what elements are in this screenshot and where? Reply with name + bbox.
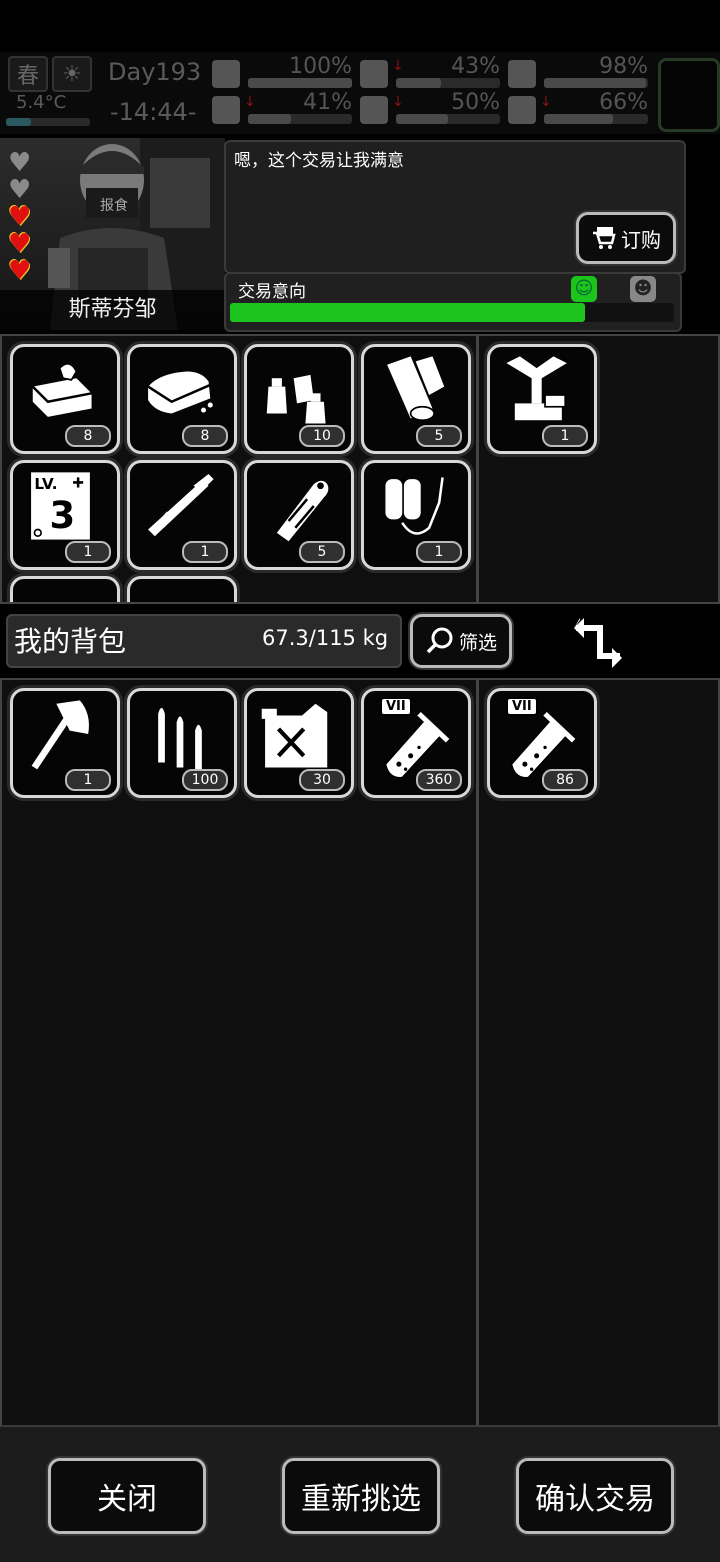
trade-intent-bar <box>230 303 674 322</box>
inventory-slot[interactable] <box>127 576 237 602</box>
stat-bar <box>396 78 500 88</box>
heart-empty-icon: ♥ <box>8 148 32 178</box>
inventory-slot[interactable]: 1 <box>10 688 120 798</box>
item-quantity: 5 <box>299 541 345 563</box>
inventory-slot[interactable]: VII 360 <box>361 688 471 798</box>
stomach-icon <box>360 60 388 88</box>
temperature: 5.4°C <box>16 92 67 113</box>
stat-bar <box>248 78 352 88</box>
day-counter: Day193 <box>108 58 202 86</box>
inventory-slot[interactable]: 10 <box>244 344 354 454</box>
item-quantity: 1 <box>65 769 111 791</box>
bag-offer-area[interactable]: VII 86 <box>477 678 720 1428</box>
inventory-slot[interactable]: 1 <box>127 460 237 570</box>
svg-text:LV.: LV. <box>34 475 57 493</box>
inventory-slot[interactable]: 8 <box>127 344 237 454</box>
inventory-slot[interactable]: 30 <box>244 688 354 798</box>
item-quantity: 8 <box>182 425 228 447</box>
inventory-slot[interactable]: 1 <box>361 460 471 570</box>
boot-icon <box>212 96 240 124</box>
stat-bar <box>544 114 648 124</box>
inventory-slot[interactable]: 8 <box>10 344 120 454</box>
status-bar: 春 ☀ 5.4°C Day193 -14:44- 100% ↓ 43% 98% ↓ 41%… <box>0 52 720 134</box>
item-quantity: 8 <box>65 425 111 447</box>
stat-bar <box>248 114 352 124</box>
stat-value: 100% <box>289 54 352 79</box>
order-button[interactable]: 订购 <box>576 212 676 264</box>
item-quantity: 30 <box>299 769 345 791</box>
temperature-bar <box>6 118 90 126</box>
item-quantity: 86 <box>542 769 588 791</box>
heart-full-icon: ♥ <box>8 229 32 259</box>
heart-icon <box>508 96 536 124</box>
inventory-slot[interactable]: 5 <box>361 344 471 454</box>
bag-inventory[interactable]: 1 100 30 VII 360 <box>0 678 478 1428</box>
trader-inventory[interactable]: 8 8 10 5 LV. 3 1 1 5 1 <box>0 334 478 604</box>
stat-value: 98% <box>599 54 648 79</box>
season-badge: 春 <box>8 56 48 92</box>
close-button[interactable]: 关闭 <box>48 1458 206 1534</box>
bag-title: 我的背包 <box>14 625 127 658</box>
inventory-slot[interactable]: VII 86 <box>487 688 597 798</box>
neutral-face-icon: ☻ <box>630 276 656 302</box>
filter-button[interactable]: 筛选 <box>410 614 512 668</box>
trader-affection: ♥ ♥ ♥ ♥ ♥ <box>8 150 44 285</box>
weather-sun-icon: ☀ <box>52 56 92 92</box>
item-quantity: 1 <box>65 541 111 563</box>
item-quantity: 1 <box>182 541 228 563</box>
mask-text: 报食 <box>100 197 128 214</box>
item-quantity: 5 <box>416 425 462 447</box>
stamina-icon <box>508 60 536 88</box>
trade-intent-label: 交易意向 <box>238 282 306 302</box>
inventory-slot[interactable]: 5 <box>244 460 354 570</box>
medkit-icon <box>212 60 240 88</box>
trader-name: 斯蒂芬邹 <box>0 290 225 330</box>
stat-value: 43% <box>451 54 500 79</box>
tier-badge: VII <box>380 697 412 716</box>
inventory-slot[interactable]: LV. 3 1 <box>10 460 120 570</box>
swap-arrows-icon[interactable] <box>572 612 628 672</box>
stat-value: 50% <box>451 90 500 115</box>
inventory-slot[interactable]: 1 <box>487 344 597 454</box>
water-drop-icon <box>360 96 388 124</box>
trader-offer-area[interactable]: 1 <box>477 334 720 604</box>
bag-weight: 67.3/115 kg <box>262 626 389 650</box>
inventory-slot[interactable]: 100 <box>127 688 237 798</box>
clock: -14:44- <box>110 98 197 126</box>
item-quantity: 10 <box>299 425 345 447</box>
minimap-slot[interactable] <box>658 58 720 132</box>
confirm-trade-button[interactable]: 确认交易 <box>516 1458 674 1534</box>
stat-bar <box>396 114 500 124</box>
item-quantity: 100 <box>182 769 228 791</box>
item-quantity: 360 <box>416 769 462 791</box>
dialogue-text: 嗯，这个交易让我满意 <box>234 151 404 171</box>
svg-text:3: 3 <box>50 494 76 537</box>
happy-face-icon: ☺ <box>571 276 597 302</box>
stat-value: 41% <box>303 90 352 115</box>
tier-badge: VII <box>506 697 538 716</box>
stat-bar <box>544 78 648 88</box>
heart-empty-icon: ♥ <box>8 175 32 205</box>
item-quantity: 1 <box>416 541 462 563</box>
shopping-cart-icon <box>593 227 616 249</box>
search-icon <box>426 627 453 654</box>
heart-full-icon: ♥ <box>8 202 32 232</box>
inventory-slot[interactable] <box>10 576 120 602</box>
item-quantity: 1 <box>542 425 588 447</box>
reselect-button[interactable]: 重新挑选 <box>282 1458 440 1534</box>
heart-full-icon: ♥ <box>8 256 32 286</box>
stat-value: 66% <box>599 90 648 115</box>
